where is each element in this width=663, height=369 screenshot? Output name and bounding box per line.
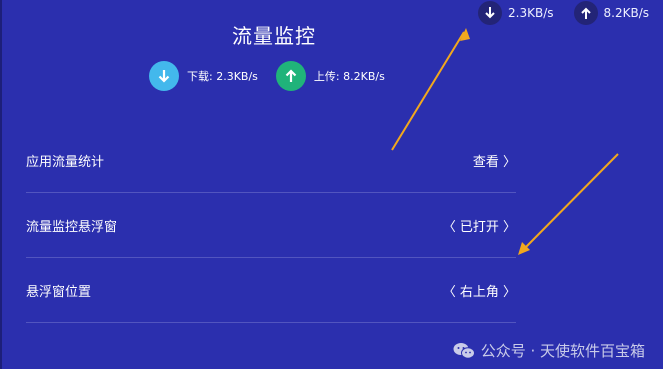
wechat-icon bbox=[453, 342, 475, 359]
status-upload-speed: 8.2KB/s bbox=[603, 6, 649, 20]
speed-summary: 下载: 2.3KB/s 上传: 8.2KB/s bbox=[149, 61, 403, 91]
watermark: 公众号 · 天使软件百宝箱 bbox=[453, 340, 645, 361]
window-position-row[interactable]: 悬浮窗位置 〈 右上角 〉 bbox=[26, 258, 516, 322]
app-traffic-stats-label: 应用流量统计 bbox=[26, 154, 105, 170]
floating-window-toggle[interactable]: 〈 已打开 〉 bbox=[443, 216, 516, 235]
app-traffic-stats-row[interactable]: 应用流量统计 查看 〉 bbox=[26, 128, 516, 192]
app-traffic-stats-view-button[interactable]: 查看 〉 bbox=[473, 151, 516, 170]
upload-circle-icon bbox=[275, 61, 306, 91]
upload-speed-label: 上传: 8.2KB/s bbox=[313, 70, 385, 83]
upload-arrow-icon bbox=[573, 1, 598, 25]
download-circle-icon bbox=[149, 61, 179, 91]
page-title: 流量监控 bbox=[232, 24, 316, 48]
status-download-speed: 2.3KB/s bbox=[508, 6, 554, 20]
floating-window-label: 流量监控悬浮窗 bbox=[26, 219, 118, 235]
window-position-label: 悬浮窗位置 bbox=[26, 284, 92, 300]
download-arrow-icon bbox=[478, 1, 503, 25]
window-position-selector[interactable]: 〈 右上角 〉 bbox=[443, 281, 516, 300]
watermark-text: 公众号 · 天使软件百宝箱 bbox=[480, 342, 645, 360]
upload-speed: 上传: 8.2KB/s bbox=[275, 61, 385, 91]
divider bbox=[26, 322, 516, 323]
floating-window-row[interactable]: 流量监控悬浮窗 〈 已打开 〉 bbox=[26, 193, 516, 257]
download-speed-label: 下载: 2.3KB/s bbox=[187, 70, 258, 83]
floating-speed-bar: 2.3KB/s 8.2KB/s bbox=[472, 0, 663, 26]
download-speed: 下载: 2.3KB/s bbox=[149, 61, 258, 91]
